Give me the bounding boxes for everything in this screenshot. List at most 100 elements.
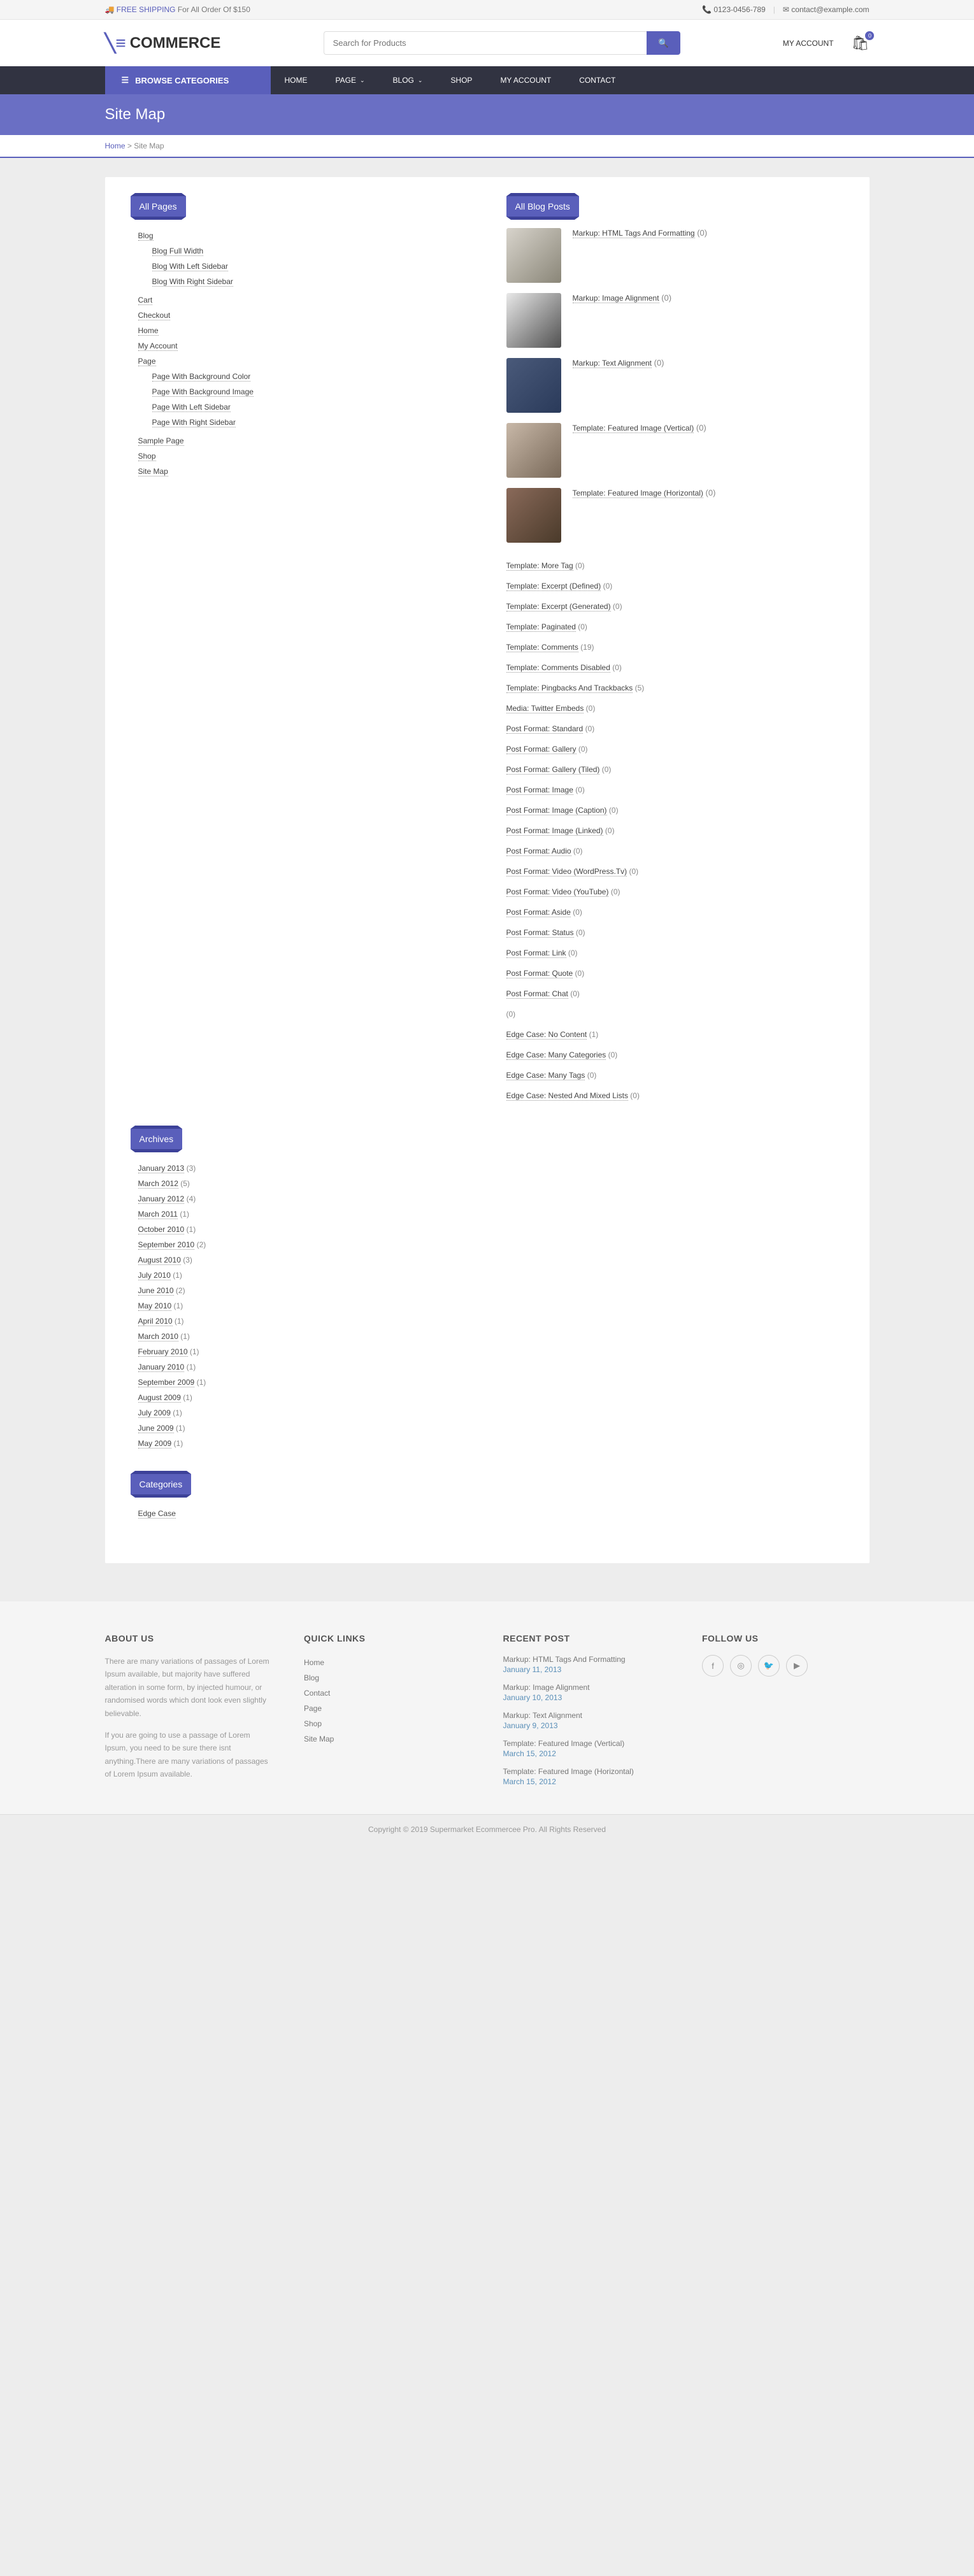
instagram-icon[interactable]: ◎ bbox=[730, 1655, 752, 1677]
recent-post-title[interactable]: Markup: HTML Tags And Formatting bbox=[503, 1655, 671, 1664]
archive-link[interactable]: June 2010 bbox=[138, 1286, 174, 1296]
post-link[interactable]: Post Format: Gallery bbox=[506, 745, 577, 754]
post-thumb[interactable] bbox=[506, 293, 561, 348]
archive-link[interactable]: July 2010 bbox=[138, 1271, 171, 1280]
tree-link[interactable]: My Account bbox=[138, 341, 178, 351]
post-link[interactable]: Post Format: Gallery (Tiled) bbox=[506, 765, 600, 775]
post-link[interactable]: Edge Case: Nested And Mixed Lists bbox=[506, 1091, 628, 1101]
recent-post-title[interactable]: Template: Featured Image (Horizontal) bbox=[503, 1767, 671, 1776]
archive-link[interactable]: August 2010 bbox=[138, 1256, 181, 1265]
quick-link[interactable]: Blog bbox=[304, 1673, 319, 1682]
post-thumb[interactable] bbox=[506, 358, 561, 413]
tree-link[interactable]: Page With Right Sidebar bbox=[152, 418, 236, 427]
post-link[interactable]: Template: Excerpt (Defined) bbox=[506, 582, 601, 591]
post-link[interactable]: Template: Pingbacks And Trackbacks bbox=[506, 683, 633, 693]
quick-link[interactable]: Site Map bbox=[304, 1735, 334, 1743]
search-button[interactable]: 🔍 bbox=[647, 31, 680, 55]
quick-link[interactable]: Home bbox=[304, 1658, 324, 1667]
post-link[interactable]: Edge Case: Many Tags bbox=[506, 1071, 585, 1080]
cart-button[interactable]: 🛍 0 bbox=[852, 35, 870, 52]
post-link[interactable]: Post Format: Chat bbox=[506, 989, 568, 999]
tree-link[interactable]: Checkout bbox=[138, 311, 171, 320]
tree-link[interactable]: Blog Full Width bbox=[152, 247, 204, 256]
post-link[interactable]: Template: Excerpt (Generated) bbox=[506, 602, 611, 612]
post-link[interactable]: Markup: Image Alignment bbox=[573, 294, 659, 303]
quick-link[interactable]: Page bbox=[304, 1704, 322, 1713]
archive-link[interactable]: September 2010 bbox=[138, 1240, 195, 1250]
tree-link[interactable]: Blog bbox=[138, 231, 154, 241]
tree-link[interactable]: Shop bbox=[138, 452, 156, 461]
archive-link[interactable]: July 2009 bbox=[138, 1408, 171, 1418]
post-thumb[interactable] bbox=[506, 423, 561, 478]
browse-categories-button[interactable]: ☰ BROWSE CATEGORIES bbox=[105, 66, 271, 94]
archive-link[interactable]: March 2012 bbox=[138, 1179, 178, 1189]
archive-link[interactable]: September 2009 bbox=[138, 1378, 195, 1387]
post-link[interactable]: Post Format: Image (Caption) bbox=[506, 806, 607, 815]
post-link[interactable]: Media: Twitter Embeds bbox=[506, 704, 584, 713]
recent-post-title[interactable]: Template: Featured Image (Vertical) bbox=[503, 1739, 671, 1748]
tree-link[interactable]: Site Map bbox=[138, 467, 168, 476]
archive-link[interactable]: August 2009 bbox=[138, 1393, 181, 1403]
facebook-icon[interactable]: f bbox=[702, 1655, 724, 1677]
tree-link[interactable]: Page With Left Sidebar bbox=[152, 403, 231, 412]
archive-link[interactable]: January 2012 bbox=[138, 1194, 185, 1204]
tree-link[interactable]: Page bbox=[138, 357, 156, 366]
post-link[interactable]: Post Format: Aside bbox=[506, 908, 571, 917]
post-link[interactable]: Edge Case: No Content bbox=[506, 1030, 587, 1040]
post-link[interactable]: Template: Paginated bbox=[506, 622, 576, 632]
phone-link[interactable]: 📞 0123-0456-789 bbox=[702, 5, 766, 14]
archive-link[interactable]: February 2010 bbox=[138, 1347, 188, 1357]
nav-item[interactable]: SHOP bbox=[436, 67, 486, 94]
twitter-icon[interactable]: 🐦 bbox=[758, 1655, 780, 1677]
archive-link[interactable]: March 2010 bbox=[138, 1332, 178, 1342]
nav-item[interactable]: BLOG⌄ bbox=[379, 67, 437, 94]
recent-post-title[interactable]: Markup: Image Alignment bbox=[503, 1683, 671, 1692]
tree-link[interactable]: Blog With Left Sidebar bbox=[152, 262, 228, 271]
recent-post-title[interactable]: Markup: Text Alignment bbox=[503, 1711, 671, 1720]
archive-link[interactable]: May 2009 bbox=[138, 1439, 172, 1449]
quick-link[interactable]: Contact bbox=[304, 1689, 330, 1698]
archive-link[interactable]: May 2010 bbox=[138, 1301, 172, 1311]
post-link[interactable]: Template: Featured Image (Horizontal) bbox=[573, 489, 703, 498]
tree-link[interactable]: Sample Page bbox=[138, 436, 184, 446]
post-link[interactable]: Post Format: Image (Linked) bbox=[506, 826, 603, 836]
archive-link[interactable]: October 2010 bbox=[138, 1225, 185, 1234]
tree-link[interactable]: Page With Background Image bbox=[152, 387, 254, 397]
post-link[interactable]: Markup: Text Alignment bbox=[573, 359, 652, 368]
archive-link[interactable]: January 2010 bbox=[138, 1363, 185, 1372]
post-link[interactable]: Post Format: Standard bbox=[506, 724, 584, 734]
archive-link[interactable]: January 2013 bbox=[138, 1164, 185, 1173]
my-account-link[interactable]: MY ACCOUNT bbox=[783, 39, 834, 48]
post-link[interactable]: Edge Case: Many Categories bbox=[506, 1050, 606, 1060]
youtube-icon[interactable]: ▶ bbox=[786, 1655, 808, 1677]
post-link[interactable]: Template: More Tag bbox=[506, 561, 573, 571]
tree-link[interactable]: Blog With Right Sidebar bbox=[152, 277, 233, 287]
category-link[interactable]: Edge Case bbox=[138, 1509, 176, 1519]
post-link[interactable]: Post Format: Link bbox=[506, 948, 566, 958]
archive-link[interactable]: March 2011 bbox=[138, 1210, 178, 1219]
post-link[interactable]: Template: Featured Image (Vertical) bbox=[573, 424, 694, 433]
nav-item[interactable]: MY ACCOUNT bbox=[486, 67, 565, 94]
post-link[interactable]: Post Format: Quote bbox=[506, 969, 573, 978]
post-link[interactable]: Post Format: Audio bbox=[506, 847, 571, 856]
post-link[interactable]: Template: Comments bbox=[506, 643, 578, 652]
nav-item[interactable]: HOME bbox=[271, 67, 322, 94]
post-thumb[interactable] bbox=[506, 488, 561, 543]
post-link[interactable]: Post Format: Image bbox=[506, 785, 573, 795]
tree-link[interactable]: Cart bbox=[138, 296, 153, 305]
post-link[interactable]: Post Format: Video (WordPress.Tv) bbox=[506, 867, 627, 877]
nav-item[interactable]: PAGE⌄ bbox=[322, 67, 379, 94]
post-link[interactable]: Template: Comments Disabled bbox=[506, 663, 610, 673]
email-link[interactable]: ✉ contact@example.com bbox=[783, 5, 870, 14]
tree-link[interactable]: Page With Background Color bbox=[152, 372, 251, 382]
post-link[interactable]: Post Format: Status bbox=[506, 928, 574, 938]
archive-link[interactable]: June 2009 bbox=[138, 1424, 174, 1433]
post-thumb[interactable] bbox=[506, 228, 561, 283]
search-input[interactable] bbox=[324, 31, 647, 55]
post-link[interactable]: Markup: HTML Tags And Formatting bbox=[573, 229, 695, 238]
logo[interactable]: ╲≡ COMMERCE bbox=[105, 32, 221, 54]
tree-link[interactable]: Home bbox=[138, 326, 159, 336]
breadcrumb-home[interactable]: Home bbox=[105, 141, 125, 150]
post-link[interactable]: Post Format: Video (YouTube) bbox=[506, 887, 609, 897]
archive-link[interactable]: April 2010 bbox=[138, 1317, 173, 1326]
